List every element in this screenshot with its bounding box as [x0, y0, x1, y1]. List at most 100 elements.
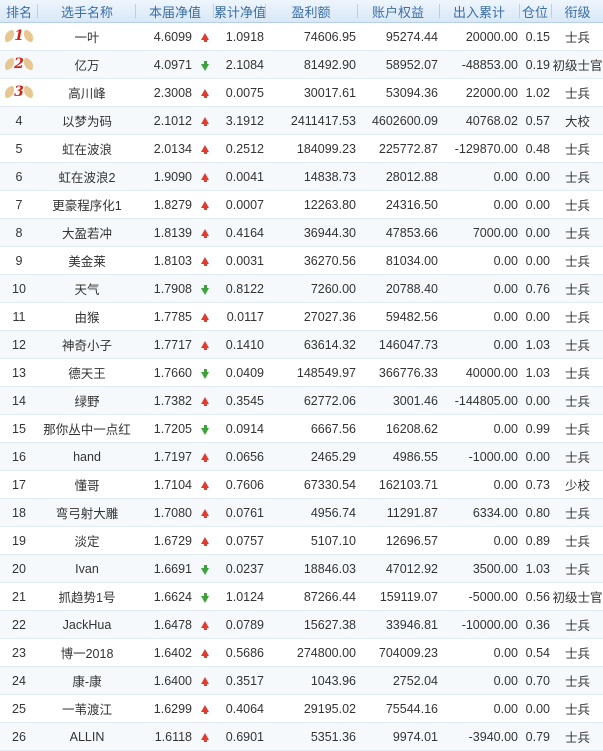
table-row[interactable]: 21 抓趋势1号 1.6624 1.0124 87266.44 159119.07 -500…: [0, 583, 603, 611]
flow-value: 6334.00: [472, 505, 518, 520]
arrow-up-icon: [201, 704, 209, 714]
player-name[interactable]: 绿野: [38, 391, 136, 410]
table-row[interactable]: 10 天气 1.7908 0.8122 7260.00 20788.40 0.00 0.76 士…: [0, 275, 603, 303]
table-row[interactable]: 26 ALLIN 1.6118 0.6901 5351.36 9974.01 -3940.0…: [0, 723, 603, 751]
trend-cell: [196, 30, 214, 44]
player-name[interactable]: 那你丛中一点红: [38, 419, 136, 438]
table-row[interactable]: 4 以梦为码 2.1012 3.1912 2411417.53 4602600.09 407…: [0, 107, 603, 135]
player-name[interactable]: 虹在波浪2: [38, 167, 136, 186]
player-name[interactable]: 以梦为码: [38, 111, 136, 130]
player-name[interactable]: 弯弓射大雕: [38, 503, 136, 522]
player-name[interactable]: 德天王: [38, 363, 136, 382]
arrow-up-icon: [201, 536, 209, 546]
player-name[interactable]: 美金莱: [38, 251, 136, 270]
table-row[interactable]: 24 康-康 1.6400 0.3517 1043.96 2752.04 0.00 0.70 士…: [0, 667, 603, 695]
flow-value: 0.00: [493, 337, 518, 352]
player-name[interactable]: 博一2018: [38, 643, 136, 662]
player-name[interactable]: 淡定: [38, 531, 136, 550]
player-name[interactable]: 神奇小子: [38, 335, 136, 354]
profit-value: 36270.56: [303, 253, 356, 268]
player-name[interactable]: 懂哥: [38, 475, 136, 494]
table-row[interactable]: 25 一苇渡江 1.6299 0.4064 29195.02 75544.16 0.00 0.…: [0, 695, 603, 723]
flow-value: 0.00: [493, 421, 518, 436]
rank-title: 士兵: [564, 423, 590, 437]
rank-cell: 17: [0, 478, 38, 492]
player-name[interactable]: JackHua: [38, 618, 136, 632]
header-flow[interactable]: 出入累计: [440, 0, 520, 22]
table-row[interactable]: 5 虹在波浪 2.0134 0.2512 184099.23 225772.87 -1298…: [0, 135, 603, 163]
trend-cell: [196, 590, 214, 604]
header-cum-nav[interactable]: 累计净值: [214, 0, 266, 22]
rank-cell: 25: [0, 702, 38, 716]
position-value: 0.48: [525, 141, 550, 156]
header-rank[interactable]: 排名: [0, 0, 38, 22]
equity-value: 3001.46: [392, 393, 438, 408]
table-row[interactable]: 18 弯弓射大雕 1.7080 0.0761 4956.74 11291.87 6334.0…: [0, 499, 603, 527]
cum-nav-value: 0.6901: [225, 729, 264, 744]
table-row[interactable]: 15 那你丛中一点红 1.7205 0.0914 6667.56 16208.62 0.00…: [0, 415, 603, 443]
player-name[interactable]: 虹在波浪: [38, 139, 136, 158]
player-name[interactable]: 一苇渡江: [38, 699, 136, 718]
trend-cell: [196, 366, 214, 380]
player-name[interactable]: 大盈若冲: [38, 223, 136, 242]
table-row[interactable]: 3 高川峰 2.3008 0.0075 30017.61 53094.36 22000.00…: [0, 79, 603, 107]
player-name[interactable]: 亿万: [38, 55, 136, 74]
position-value: 0.00: [525, 169, 550, 184]
nav-value: 1.7908: [153, 281, 192, 296]
profit-value: 15627.38: [303, 617, 356, 632]
header-equity[interactable]: 账户权益: [358, 0, 440, 22]
table-row[interactable]: 20 Ivan 1.6691 0.0237 18846.03 47012.92 3500.0…: [0, 555, 603, 583]
table-row[interactable]: 19 淡定 1.6729 0.0757 5107.10 12696.57 0.00 0.89 士…: [0, 527, 603, 555]
cum-nav-value: 0.3545: [225, 393, 264, 408]
position-value: 0.00: [525, 449, 550, 464]
player-name[interactable]: ALLIN: [38, 730, 136, 744]
table-row[interactable]: 13 德天王 1.7660 0.0409 148549.97 366776.33 40000…: [0, 359, 603, 387]
header-nav[interactable]: 本届净值: [136, 0, 214, 22]
table-row[interactable]: 6 虹在波浪2 1.9090 0.0041 14838.73 28012.88 0.00 0.…: [0, 163, 603, 191]
table-row[interactable]: 2 亿万 4.0971 2.1084 81492.90 58952.07 -48853.00…: [0, 51, 603, 79]
position-value: 0.00: [525, 393, 550, 408]
header-title[interactable]: 衔级: [552, 0, 603, 22]
equity-value: 53094.36: [385, 85, 438, 100]
trend-cell: [196, 282, 214, 296]
player-name[interactable]: Ivan: [38, 562, 136, 576]
player-name[interactable]: 一叶: [38, 27, 136, 46]
table-row[interactable]: 17 懂哥 1.7104 0.7606 67330.54 162103.71 0.00 0.7…: [0, 471, 603, 499]
cum-nav-value: 0.0409: [225, 365, 264, 380]
player-name[interactable]: 更豪程序化1: [38, 195, 136, 214]
rank-cell: 12: [0, 338, 38, 352]
player-name[interactable]: 康-康: [38, 671, 136, 690]
player-name[interactable]: 高川峰: [38, 83, 136, 102]
nav-value: 1.7660: [153, 365, 192, 380]
profit-value: 4956.74: [310, 505, 356, 520]
rank-title: 士兵: [564, 703, 590, 717]
player-name[interactable]: hand: [38, 450, 136, 464]
table-row[interactable]: 12 神奇小子 1.7717 0.1410 63614.32 146047.73 0.00 1…: [0, 331, 603, 359]
player-name[interactable]: 天气: [38, 279, 136, 298]
header-name[interactable]: 选手名称: [38, 0, 136, 22]
player-name[interactable]: 抓趋势1号: [38, 587, 136, 606]
cum-nav-value: 0.0117: [226, 309, 264, 324]
rank-cell: 1: [0, 27, 38, 47]
table-row[interactable]: 9 美金莱 1.8103 0.0031 36270.56 81034.00 0.00 0.00…: [0, 247, 603, 275]
header-position[interactable]: 仓位: [520, 0, 552, 22]
table-row[interactable]: 23 博一2018 1.6402 0.5686 274800.00 704009.23 0.…: [0, 639, 603, 667]
cum-nav-value: 0.4064: [225, 701, 264, 716]
arrow-down-icon: [201, 60, 209, 71]
equity-value: 11291.87: [386, 505, 438, 520]
trend-cell: [196, 86, 214, 100]
table-row[interactable]: 22 JackHua 1.6478 0.0789 15627.38 33946.81 -10…: [0, 611, 603, 639]
arrow-up-icon: [201, 256, 209, 266]
cum-nav-value: 0.8122: [225, 281, 264, 296]
table-row[interactable]: 14 绿野 1.7382 0.3545 62772.06 3001.46 -144805.0…: [0, 387, 603, 415]
table-row[interactable]: 7 更豪程序化1 1.8279 0.0007 12263.80 24316.50 0.00 0…: [0, 191, 603, 219]
rank-cell: 22: [0, 618, 38, 632]
player-name[interactable]: 由猴: [38, 307, 136, 326]
equity-value: 16208.62: [385, 421, 438, 436]
table-row[interactable]: 1 一叶 4.6099 1.0918 74606.95 95274.44 20000.00 0…: [0, 23, 603, 51]
header-profit[interactable]: 盈利额: [266, 0, 358, 22]
table-row[interactable]: 16 hand 1.7197 0.0656 2465.29 4986.55 -1000.00…: [0, 443, 603, 471]
table-row[interactable]: 11 由猴 1.7785 0.0117 27027.36 59482.56 0.00 0.00…: [0, 303, 603, 331]
flow-value: 7000.00: [472, 225, 518, 240]
table-row[interactable]: 8 大盈若冲 1.8139 0.4164 36944.30 47853.66 7000.00…: [0, 219, 603, 247]
